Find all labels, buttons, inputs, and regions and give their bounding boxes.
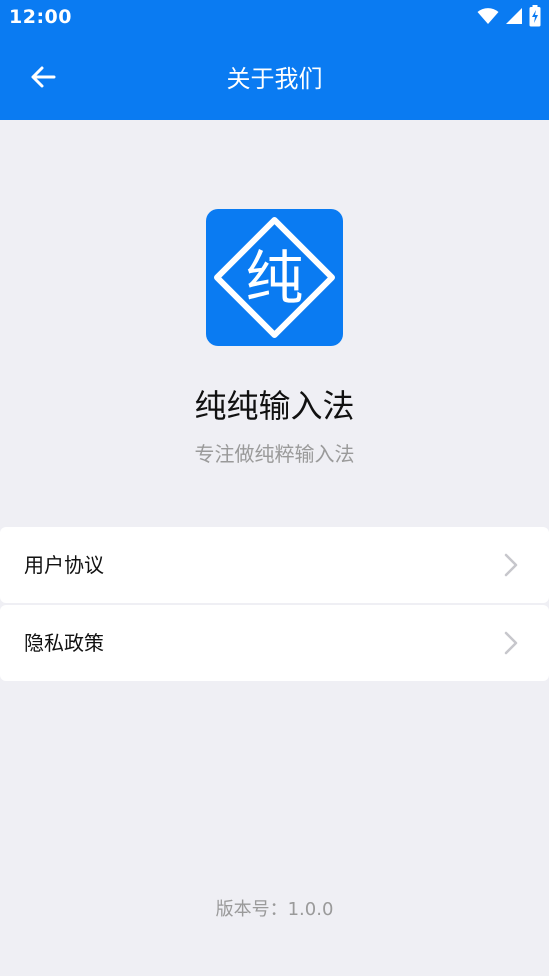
privacy-policy-label: 隐私政策 [24, 631, 104, 655]
app-logo: 纯 [206, 209, 343, 346]
user-agreement-item[interactable]: 用户协议 [0, 527, 549, 603]
app-slogan: 专注做纯粹输入法 [194, 442, 355, 466]
cell-signal-icon [505, 7, 523, 29]
status-icons [477, 5, 541, 31]
battery-charging-icon [529, 5, 541, 31]
wifi-icon [477, 7, 499, 29]
user-agreement-label: 用户协议 [24, 553, 104, 577]
chevron-right-icon [497, 629, 525, 657]
version-label: 版本号：1.0.0 [215, 899, 334, 920]
chevron-right-icon [497, 551, 525, 579]
status-time: 12:00 [9, 6, 72, 28]
privacy-policy-item[interactable]: 隐私政策 [0, 605, 549, 681]
app-header: 12:00 关于我们 [0, 0, 549, 120]
page-title: 关于我们 [226, 65, 323, 93]
app-name: 纯纯输入法 [194, 387, 355, 425]
app-logo-char: 纯 [245, 243, 304, 312]
